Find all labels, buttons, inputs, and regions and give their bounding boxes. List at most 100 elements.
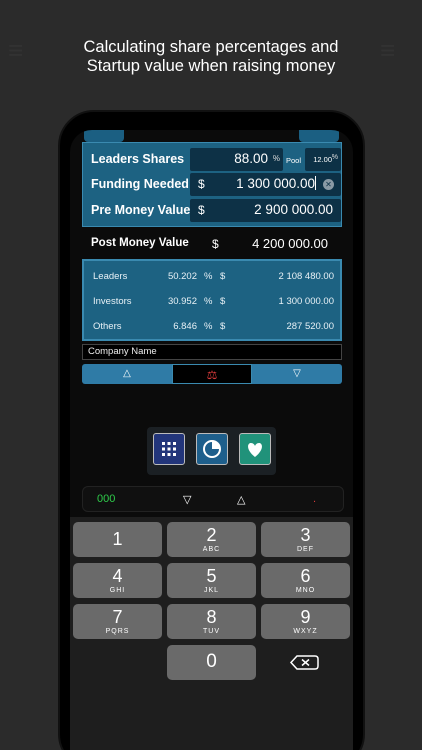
postmoney-currency: $ (212, 237, 219, 251)
key-letters: WXYZ (293, 628, 318, 635)
result-pct-unit: % (204, 271, 213, 282)
results-panel: Leaders 50.202 % $ 2 108 480.00 Investor… (82, 259, 342, 341)
headline-line-1: Calculating share percentages and (83, 38, 339, 56)
key-5[interactable]: 5 JKL (167, 563, 256, 598)
funding-label: Funding Needed (91, 177, 189, 191)
key-0[interactable]: 0 (167, 645, 256, 680)
key-letters: DEF (297, 546, 314, 553)
result-amount: 2 108 480.00 (278, 271, 334, 282)
funding-row: Funding Needed $ 1 300 000.00 ✕ (83, 172, 343, 197)
company-name-input[interactable]: Company Name (82, 344, 342, 360)
key-4[interactable]: 4 GHI (73, 563, 162, 598)
result-row-investors: Investors 30.952 % $ 1 300 000.00 (84, 292, 340, 312)
key-digit: 8 (206, 607, 217, 627)
pool-unit: % (331, 154, 338, 161)
key-6[interactable]: 6 MNO (261, 563, 350, 598)
result-row-others: Others 6.846 % $ 287 520.00 (84, 317, 340, 337)
clear-icon[interactable]: ✕ (323, 179, 334, 190)
key-digit: 6 (300, 566, 311, 586)
app-screen: Leaders Shares 88.00 % Pool 12.00 % Fund… (70, 130, 353, 750)
leaders-label: Leaders Shares (91, 152, 185, 166)
post-money-row: Post Money Value $ 4 200 000.00 (82, 233, 342, 255)
result-amount: 287 520.00 (286, 321, 334, 332)
pool-label: Pool (286, 156, 302, 165)
heart-glyph (248, 443, 262, 457)
numeric-keypad: 1 2 ABC 3 DEF 4 GHI 5 JKL 6 MNO 7 PQRS 8… (70, 517, 353, 750)
leaders-row: Leaders Shares 88.00 % Pool 12.00 % (83, 147, 343, 172)
key-letters: JKL (203, 587, 220, 594)
result-currency: $ (220, 271, 226, 282)
result-currency: $ (220, 296, 226, 307)
previous-field-button[interactable]: ▽ (183, 493, 191, 506)
scale-icon[interactable]: ⚖ (172, 364, 252, 384)
key-digit: 0 (206, 651, 217, 672)
pool-value: 12.00 (313, 155, 332, 164)
key-7[interactable]: 7 PQRS (73, 604, 162, 639)
result-pct: 6.846 (173, 321, 197, 332)
result-amount: 1 300 000.00 (278, 296, 334, 307)
headline-line-2: Startup value when raising money (86, 57, 336, 75)
segmented-control: △ ⚖ ▽ (82, 364, 342, 384)
next-field-button[interactable]: △ (237, 493, 245, 506)
code-readout: 000 (97, 493, 116, 505)
leaders-shares-value: 88.00 (234, 151, 268, 166)
key-1[interactable]: 1 (73, 522, 162, 557)
premoney-label: Pre Money Value (91, 203, 191, 217)
backspace-icon[interactable] (261, 645, 350, 680)
funding-value-wrap: 1 300 000.00 (236, 176, 316, 191)
key-digit: 7 (112, 607, 123, 627)
text-caret (315, 176, 316, 190)
leaders-unit: % (272, 154, 280, 163)
result-name: Investors (93, 296, 132, 307)
key-letters: TUV (203, 628, 220, 635)
key-2[interactable]: 2 ABC (167, 522, 256, 557)
result-pct: 30.952 (167, 296, 197, 307)
segment-down-button[interactable]: ▽ (252, 364, 342, 384)
premoney-row: Pre Money Value $ 2 900 000.00 (83, 198, 343, 223)
result-name: Others (93, 321, 122, 332)
segment-up-button[interactable]: △ (82, 364, 172, 384)
result-name: Leaders (93, 271, 128, 282)
pool-field[interactable]: 12.00 % (305, 148, 341, 171)
key-8[interactable]: 8 TUV (167, 604, 256, 639)
pie-chart-glyph (203, 440, 221, 458)
funding-value: 1 300 000.00 (236, 176, 315, 191)
postmoney-label: Post Money Value (91, 237, 189, 249)
key-digit: 2 (206, 525, 217, 545)
calculator-grid-glyph (162, 442, 176, 456)
pre-money-field[interactable]: $ 2 900 000.00 (190, 199, 341, 222)
headline: Calculating share percentages and Startu… (0, 38, 422, 76)
top-tab-left (84, 130, 124, 142)
top-tab-right (299, 130, 339, 142)
pie-chart-icon[interactable] (196, 433, 228, 465)
key-letters: GHI (109, 587, 126, 594)
mode-toolbar (147, 427, 276, 475)
premoney-value: 2 900 000.00 (254, 202, 333, 217)
result-row-leaders: Leaders 50.202 % $ 2 108 480.00 (84, 267, 340, 287)
key-3[interactable]: 3 DEF (261, 522, 350, 557)
key-letters: ABC (202, 546, 221, 553)
funding-currency: $ (198, 177, 205, 191)
key-digit: 9 (300, 607, 311, 627)
result-pct-unit: % (204, 296, 213, 307)
key-digit: 4 (112, 566, 123, 586)
heart-icon[interactable] (239, 433, 271, 465)
backspace-glyph (289, 655, 319, 670)
calculator-grid-icon[interactable] (153, 433, 185, 465)
result-pct: 50.202 (167, 271, 197, 282)
result-pct-unit: % (204, 321, 213, 332)
key-digit: 3 (300, 525, 311, 545)
key-letters: PQRS (105, 628, 130, 635)
result-currency: $ (220, 321, 226, 332)
premoney-currency: $ (198, 203, 205, 217)
key-9[interactable]: 9 WXYZ (261, 604, 350, 639)
funding-needed-field[interactable]: $ 1 300 000.00 ✕ (190, 173, 341, 196)
key-letters: MNO (295, 587, 316, 594)
leaders-shares-field[interactable]: 88.00 % (190, 148, 283, 171)
input-panel: Leaders Shares 88.00 % Pool 12.00 % Fund… (82, 142, 342, 227)
key-digit: 1 (112, 529, 123, 549)
keyboard-accessory-bar: 000 ▽ △ . (82, 486, 344, 512)
decimal-indicator[interactable]: . (313, 493, 316, 505)
key-digit: 5 (206, 566, 217, 586)
postmoney-value: 4 200 000.00 (252, 236, 328, 251)
